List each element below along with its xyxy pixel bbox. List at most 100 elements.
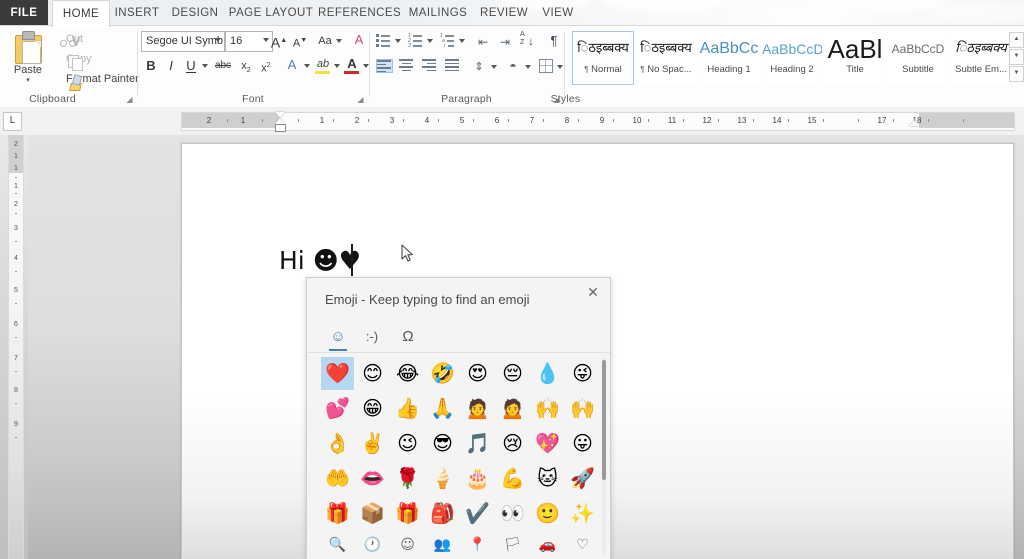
emoji-cell[interactable]: ❤️ (321, 357, 354, 390)
show-formatting-marks-button[interactable]: ¶ (546, 31, 562, 48)
paste-button[interactable]: Paste ▾ (6, 29, 50, 95)
bullets-button[interactable] (374, 32, 392, 48)
emoji-cell[interactable]: 🎵 (461, 427, 494, 460)
emoji-cell[interactable]: 💧 (531, 357, 564, 390)
emoji-cell[interactable]: 👌 (321, 427, 354, 460)
emoji-cell[interactable]: 🙍 (461, 392, 494, 425)
left-indent-marker[interactable] (275, 124, 286, 132)
shading-chevron-down-icon[interactable] (525, 65, 531, 69)
emoji-cell[interactable]: 🐱 (531, 462, 564, 495)
tab-view[interactable]: VIEW (534, 0, 582, 26)
emoji-grid-scrollbar-thumb[interactable] (602, 360, 606, 480)
emoji-cell[interactable]: 📦 (356, 497, 389, 530)
text-effects-button[interactable]: A (283, 55, 301, 75)
emoji-cell[interactable]: 🙌 (531, 392, 564, 425)
emoji-cell[interactable]: 🌹 (391, 462, 424, 495)
numbering-chevron-down-icon[interactable] (427, 39, 433, 43)
emoji-cell[interactable]: 🤲 (321, 462, 354, 495)
emoji-cell[interactable]: 🎁 (321, 497, 354, 530)
people-icon[interactable]: 👥 (426, 532, 459, 558)
heart-outline-icon[interactable]: ♡ (566, 532, 599, 558)
tab-review[interactable]: REVIEW (476, 0, 532, 26)
emoji-cell[interactable]: 💕 (321, 392, 354, 425)
emoji-panel[interactable]: Emoji - Keep typing to find an emoji ✕ ☺… (306, 277, 611, 559)
borders-chevron-down-icon[interactable] (557, 65, 563, 69)
shading-button[interactable]: ◓ (504, 56, 522, 74)
car-icon[interactable]: 🚗 (531, 532, 564, 558)
decrease-indent-button[interactable]: ⇤ (474, 32, 492, 48)
numbering-button[interactable]: 1 2 3 (406, 32, 424, 48)
shrink-font-button[interactable]: A▼ (290, 31, 310, 51)
tab-symbols[interactable]: Ω (391, 323, 425, 352)
subscript-button[interactable]: x2 (237, 56, 255, 76)
tab-page-layout[interactable]: PAGE LAYOUT (226, 0, 316, 26)
format-painter-button[interactable]: Format Painter (46, 70, 139, 89)
style-subtle-emphasis[interactable]: िठइब्बक्य Subtle Em... (950, 31, 1012, 85)
close-icon[interactable]: ✕ (582, 281, 604, 303)
styles-scroll-down-button[interactable]: ▼ (1009, 49, 1024, 65)
emoji-cell[interactable]: 😊 (356, 357, 389, 390)
line-spacing-chevron-down-icon[interactable] (491, 65, 497, 69)
underline-button[interactable]: U (182, 56, 200, 76)
change-case-chevron-down-icon[interactable] (336, 39, 342, 43)
bold-button[interactable]: B (142, 56, 160, 76)
emoji-cell[interactable]: 👍 (391, 392, 424, 425)
text-highlight-button[interactable]: ab (315, 54, 331, 74)
align-left-button[interactable] (374, 57, 394, 74)
font-color-button[interactable]: A (344, 54, 360, 74)
italic-button[interactable]: I (162, 56, 180, 76)
emoji-cell[interactable]: 👄 (356, 462, 389, 495)
clear-formatting-button[interactable]: A (350, 30, 368, 50)
multilevel-list-button[interactable]: 1 a i (438, 32, 456, 48)
styles-more-button[interactable]: ▼ (1009, 66, 1024, 82)
increase-indent-button[interactable]: ⇥ (496, 32, 514, 48)
multilevel-chevron-down-icon[interactable] (459, 39, 465, 43)
horizontal-ruler[interactable]: 2 1 1 2 3 4 5 6 7 8 9 10 11 12 13 14 15 … (181, 112, 1015, 131)
flag-icon[interactable]: 🏳 (496, 532, 529, 558)
bullets-chevron-down-icon[interactable] (395, 39, 401, 43)
style-no-spacing[interactable]: िठइब्बक्य ¶ No Spac... (635, 31, 697, 85)
style-subtitle[interactable]: AaBbCcD Subtitle (887, 31, 949, 85)
tab-stop-selector[interactable]: L (3, 112, 22, 131)
emoji-cell[interactable]: 🎁 (391, 497, 424, 530)
emoji-cell[interactable]: 🤣 (426, 357, 459, 390)
emoji-cell[interactable]: 🙍 (496, 392, 529, 425)
change-case-button[interactable]: Aa (315, 31, 335, 51)
tab-references[interactable]: REFERENCES (318, 0, 400, 26)
vertical-ruler[interactable]: 2 1 1 1 2 3 4 5 6 7 8 9 (8, 135, 24, 559)
grow-font-button[interactable]: A▲ (269, 31, 289, 51)
emoji-grid[interactable]: ❤️ 😊 😂 🤣 😍 😔 💧 😜 💕 😁 👍 🙏 🙍 🙍 🙌 🙌 👌 ✌️ 😉 … (321, 357, 596, 557)
tab-home[interactable]: HOME (52, 0, 110, 27)
search-icon[interactable]: 🔍 (321, 532, 354, 558)
emoji-cell[interactable]: 😁 (356, 392, 389, 425)
smiley-icon[interactable]: ☺ (391, 532, 424, 558)
emoji-cell[interactable]: 🎂 (461, 462, 494, 495)
font-name-input[interactable]: Segoe UI Symb (141, 31, 225, 52)
emoji-cell[interactable]: 😔 (496, 357, 529, 390)
style-heading-1[interactable]: AaBbCc Heading 1 (698, 31, 760, 85)
copy-button[interactable]: Copy (46, 50, 92, 69)
tab-insert[interactable]: INSERT (110, 0, 164, 26)
paste-dropdown-arrow[interactable]: ▾ (6, 77, 50, 84)
emoji-cell[interactable]: 🚀 (566, 462, 599, 495)
location-pin-icon[interactable]: 📍 (461, 532, 494, 558)
font-name-chevron-down-icon[interactable] (215, 38, 221, 42)
emoji-cell[interactable]: ✌️ (356, 427, 389, 460)
text-effects-chevron-down-icon[interactable] (304, 64, 310, 68)
emoji-cell[interactable]: 😛 (566, 427, 599, 460)
align-center-button[interactable] (397, 57, 417, 74)
styles-scroll-up-button[interactable]: ▲ (1009, 32, 1024, 48)
emoji-cell[interactable]: 🍦 (426, 462, 459, 495)
font-size-input[interactable]: 16 (225, 31, 273, 52)
strikethrough-button[interactable]: abc (212, 56, 234, 76)
style-normal[interactable]: िठइब्बक्य ¶ Normal (572, 31, 634, 85)
clock-icon[interactable]: 🕐 (356, 532, 389, 558)
emoji-cell[interactable]: 😂 (391, 357, 424, 390)
superscript-button[interactable]: x2 (257, 56, 275, 76)
right-indent-marker[interactable] (909, 120, 919, 126)
emoji-category-bar[interactable]: 🔍 🕐 ☺ 👥 📍 🏳 🚗 ♡ (321, 532, 596, 558)
style-heading-2[interactable]: AaBbCcD Heading 2 (761, 31, 823, 85)
highlight-chevron-down-icon[interactable] (334, 64, 340, 68)
tab-file[interactable]: FILE (0, 0, 48, 26)
emoji-cell[interactable]: 💪 (496, 462, 529, 495)
